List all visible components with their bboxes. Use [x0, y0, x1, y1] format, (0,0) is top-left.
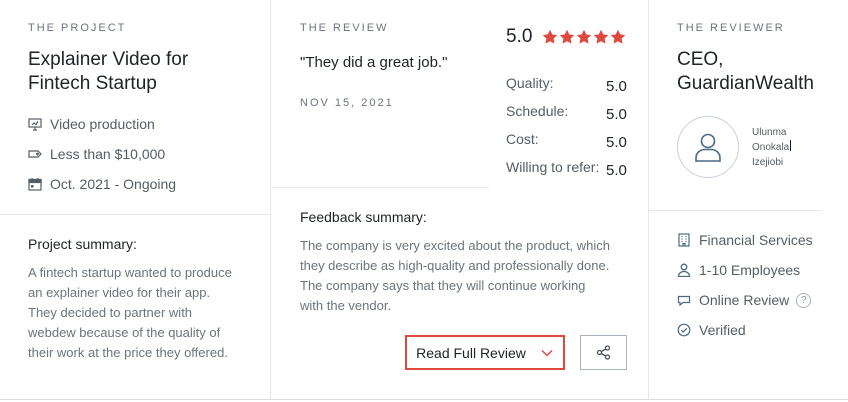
- project-eyebrow: THE PROJECT: [28, 22, 127, 34]
- presentation-board-icon: [28, 117, 42, 131]
- project-summary-line: They decided to partner with: [28, 305, 193, 320]
- rating-value-cost: 5.0: [606, 134, 627, 151]
- reviewer-industry-row: Financial Services: [677, 232, 813, 248]
- reviewer-company-size: 1-10 Employees: [699, 262, 801, 278]
- reviewer-industry: Financial Services: [699, 232, 813, 248]
- feedback-summary-line: The company is very excited about the pr…: [300, 238, 610, 253]
- overall-rating-value: 5.0: [506, 26, 533, 47]
- feedback-summary: The company is very excited about the pr…: [300, 236, 640, 316]
- help-icon[interactable]: ?: [796, 292, 812, 308]
- read-full-review-label: Read Full Review: [416, 344, 526, 361]
- project-summary-line: A fintech startup wanted to produce: [28, 265, 232, 280]
- card-bottom-border: [0, 399, 848, 400]
- text-cursor: [790, 140, 792, 151]
- rating-label-schedule: Schedule:: [506, 103, 569, 119]
- star-rating: [542, 29, 627, 45]
- reviewer-status-row: Verified: [677, 322, 746, 338]
- section-divider: [270, 187, 489, 188]
- reviewer-eyebrow: THE REVIEWER: [677, 22, 785, 34]
- rating-value-schedule: 5.0: [606, 106, 627, 123]
- project-summary-line: their work at the price they offered.: [28, 345, 228, 360]
- reviewer-name: Ulunma Onokala Izejiobi: [752, 125, 792, 170]
- overall-rating: 5.0: [506, 26, 627, 48]
- review-quote: "They did a great job.": [300, 54, 448, 71]
- project-summary-line: webdew because of the quality of: [28, 325, 221, 340]
- check-circle-icon: [677, 323, 691, 337]
- section-divider: [0, 214, 270, 215]
- project-summary-line: an explainer video for their app.: [28, 285, 211, 300]
- reviewer-size-row: 1-10 Employees: [677, 262, 800, 278]
- user-icon: [695, 133, 721, 162]
- project-timeline: Oct. 2021 - Ongoing: [50, 176, 177, 192]
- avatar: [677, 116, 739, 178]
- feedback-summary-line: The company says that they will continue…: [300, 278, 586, 293]
- star-icon: [594, 29, 609, 44]
- reviewer-name-line-with-caret: Onokala: [752, 140, 792, 155]
- reviewer-name-line: Ulunma: [752, 127, 787, 138]
- project-budget-row: Less than $10,000: [28, 146, 165, 162]
- building-icon: [677, 233, 691, 247]
- person-icon: [677, 263, 691, 277]
- rating-label-cost: Cost:: [506, 131, 539, 147]
- chevron-down-icon: [541, 349, 553, 357]
- reviewer-name-line: Izejiobi: [752, 157, 784, 168]
- reviewer-review-type-row: Online Review ?: [677, 292, 812, 308]
- reviewer-name-line: Onokala: [752, 142, 790, 153]
- section-divider: [648, 210, 822, 211]
- project-service: Video production: [50, 116, 155, 132]
- star-icon: [543, 29, 558, 44]
- project-title-line1: Explainer Video for: [28, 49, 189, 70]
- reviewer-title-line2: GuardianWealth: [677, 73, 814, 94]
- rating-value-quality: 5.0: [606, 78, 627, 95]
- project-title-line2: Fintech Startup: [28, 73, 157, 94]
- feedback-summary-line: with the vendor.: [300, 298, 392, 313]
- rating-label-willing-to-refer: Willing to refer:: [506, 159, 600, 175]
- star-icon: [560, 29, 575, 44]
- chat-bubble-icon: [677, 293, 691, 307]
- column-divider: [270, 0, 271, 400]
- review-card: THE PROJECT Explainer Video for Fintech …: [0, 0, 848, 402]
- read-full-review-button[interactable]: Read Full Review: [405, 335, 565, 370]
- price-tag-icon: [28, 147, 42, 161]
- share-icon: [596, 345, 611, 360]
- review-date: NOV 15, 2021: [300, 97, 394, 109]
- reviewer-verification-status: Verified: [699, 322, 746, 338]
- star-icon: [611, 29, 626, 44]
- review-eyebrow: THE REVIEW: [300, 22, 389, 34]
- project-service-row: Video production: [28, 116, 155, 132]
- calendar-icon: [28, 177, 42, 191]
- feedback-summary-line: they describe as high-quality and profes…: [300, 258, 610, 273]
- star-icon: [577, 29, 592, 44]
- project-summary-heading: Project summary:: [28, 236, 137, 252]
- rating-value-willing-to-refer: 5.0: [606, 162, 627, 179]
- rating-label-quality: Quality:: [506, 75, 554, 91]
- feedback-summary-heading: Feedback summary:: [300, 209, 427, 225]
- project-timeline-row: Oct. 2021 - Ongoing: [28, 176, 176, 192]
- reviewer-review-type: Online Review: [699, 292, 790, 308]
- project-summary: A fintech startup wanted to produce an e…: [28, 263, 263, 363]
- column-divider: [648, 0, 649, 400]
- share-button[interactable]: [580, 335, 627, 370]
- project-budget: Less than $10,000: [50, 146, 166, 162]
- reviewer-title-line1: CEO,: [677, 49, 724, 70]
